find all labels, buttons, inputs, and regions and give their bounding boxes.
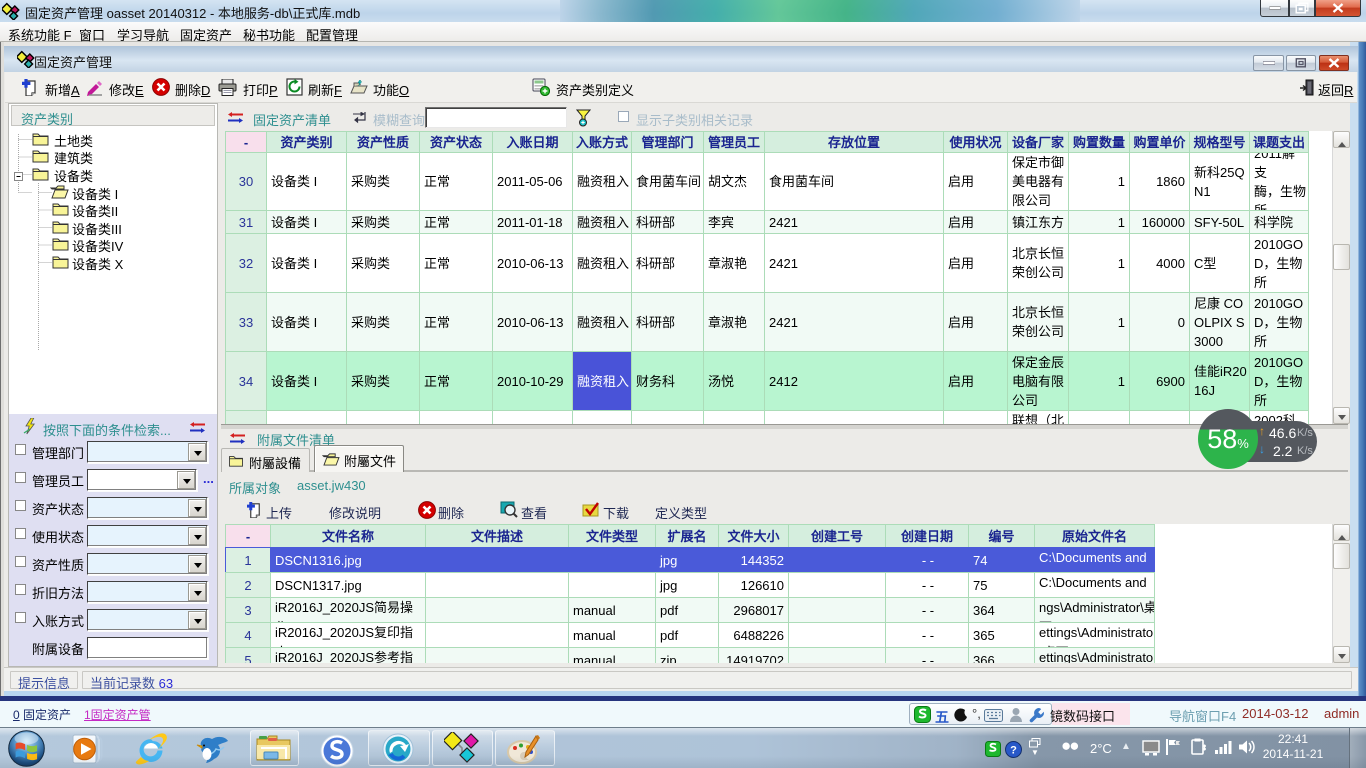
svg-text:?: ? xyxy=(1010,745,1017,757)
